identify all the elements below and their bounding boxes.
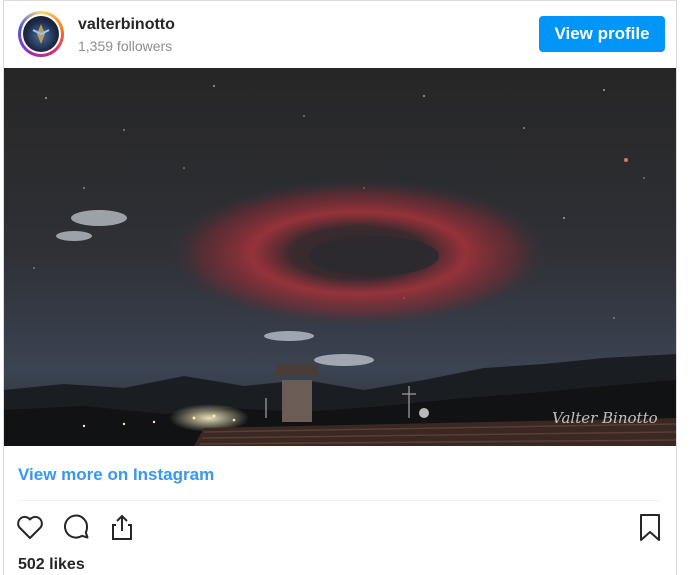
post-photo[interactable]: Valter Binotto [4,68,676,446]
post-header: valterbinotto 1,359 followers View profi… [4,1,676,67]
photo-signature: Valter Binotto [552,409,658,427]
action-bar [4,511,676,545]
heart-icon[interactable] [14,511,46,543]
follower-count: 1,359 followers [78,38,173,54]
instagram-embed-card: valterbinotto 1,359 followers View profi… [3,0,677,575]
like-count: 502 likes [18,556,85,573]
divider [18,500,660,501]
comment-icon[interactable] [60,511,92,543]
bookmark-icon[interactable] [634,511,666,543]
share-icon[interactable] [106,511,138,543]
avatar[interactable] [18,11,64,57]
username[interactable]: valterbinotto [78,16,175,34]
avatar-image [23,16,59,52]
view-profile-button[interactable]: View profile [539,16,665,52]
view-more-link[interactable]: View more on Instagram [18,465,214,485]
